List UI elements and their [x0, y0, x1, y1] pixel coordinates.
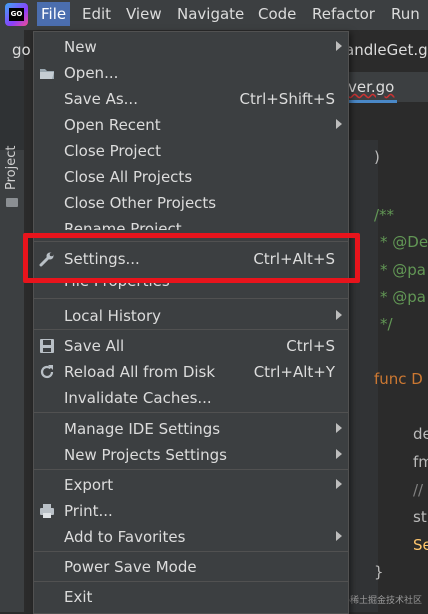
project-folder-icon — [6, 198, 18, 207]
submenu-arrow-icon — [336, 531, 342, 541]
menu-separator — [34, 412, 348, 413]
menu-item-print[interactable]: Print... — [34, 498, 348, 524]
menu-item-label: Close Other Projects — [64, 194, 217, 212]
code-line: ) — [374, 148, 380, 166]
logo-text: GO — [9, 8, 24, 21]
active-tab-indicator — [345, 100, 397, 103]
code-line: * @De — [380, 233, 428, 251]
menu-item-new[interactable]: New — [34, 34, 348, 60]
submenu-arrow-icon — [336, 479, 342, 489]
menu-item-label: Reload All from Disk — [64, 363, 216, 381]
code-line: fm — [413, 453, 428, 471]
menu-item-shortcut: Ctrl+S — [286, 337, 335, 355]
menu-item-export[interactable]: Export — [34, 472, 348, 498]
menu-separator — [34, 551, 348, 552]
code-line: st — [413, 508, 427, 526]
project-tool-tab[interactable]: Project — [0, 70, 24, 207]
folder-icon — [39, 65, 55, 81]
breadcrumb-file[interactable]: andleGet.go — [345, 41, 428, 59]
goland-logo-icon[interactable]: GO — [5, 3, 28, 26]
save-icon — [39, 338, 55, 354]
menu-item-shortcut: Ctrl+Alt+Y — [253, 363, 335, 381]
menu-item-save-all[interactable]: Save All Ctrl+S — [34, 333, 348, 359]
submenu-arrow-icon — [336, 449, 342, 459]
menu-item-close-all-projects[interactable]: Close All Projects — [34, 164, 348, 190]
project-title-fragment: go — [12, 41, 31, 59]
menu-item-label: Export — [64, 476, 114, 494]
menu-item-close-project[interactable]: Close Project — [34, 138, 348, 164]
code-line: * @pa — [380, 288, 426, 306]
menu-item-save-as[interactable]: Save As... Ctrl+Shift+S — [34, 86, 348, 112]
menu-item-label: New — [64, 38, 97, 56]
menu-item-rename-project[interactable]: Rename Project... — [34, 216, 348, 230]
menu-navigate[interactable]: Navigate — [177, 5, 244, 23]
menu-item-label: Open... — [64, 64, 119, 82]
code-line: */ — [380, 315, 393, 333]
code-line: /** — [374, 206, 395, 224]
menu-item-label: Rename Project... — [64, 220, 196, 230]
file-menu-dropdown: New Open... Save As... Ctrl+Shift+S Open… — [33, 31, 349, 614]
printer-icon — [39, 503, 55, 519]
menu-item-manage-ide-settings[interactable]: Manage IDE Settings — [34, 416, 348, 442]
code-line: Se — [413, 536, 428, 554]
menu-item-shortcut: Ctrl+Shift+S — [239, 90, 335, 108]
menu-separator — [34, 469, 348, 470]
menu-item-local-history[interactable]: Local History — [34, 303, 348, 329]
menu-item-label: Power Save Mode — [64, 558, 197, 576]
menu-item-new-projects-settings[interactable]: New Projects Settings — [34, 442, 348, 468]
menu-item-label: Close Project — [64, 142, 161, 160]
project-tab-label: Project — [4, 145, 19, 190]
editor-tab[interactable]: ver.go — [348, 78, 394, 96]
menu-code[interactable]: Code — [258, 5, 296, 23]
menu-separator — [34, 329, 348, 330]
code-line: * @pa — [380, 261, 426, 279]
code-line: de — [413, 425, 428, 443]
menu-item-add-to-favorites[interactable]: Add to Favorites — [34, 524, 348, 550]
menu-file[interactable]: File — [37, 2, 71, 26]
submenu-arrow-icon — [336, 119, 342, 129]
menu-item-label: Print... — [64, 502, 113, 520]
menu-item-label: Exit — [64, 588, 93, 606]
menu-item-exit[interactable]: Exit — [34, 584, 348, 610]
menu-separator — [34, 581, 348, 582]
menu-item-label: Close All Projects — [64, 168, 193, 186]
settings-highlight-box — [23, 233, 360, 283]
menu-separator — [34, 298, 348, 299]
menu-item-label: Add to Favorites — [64, 528, 186, 546]
menu-edit[interactable]: Edit — [82, 5, 111, 23]
menu-item-label: Manage IDE Settings — [64, 420, 221, 438]
watermark: @稀土掘金技术社区 — [340, 596, 422, 606]
code-line: func D — [374, 370, 423, 388]
menu-item-label: Invalidate Caches... — [64, 389, 212, 407]
menu-view[interactable]: View — [126, 5, 162, 23]
menu-item-reload-all[interactable]: Reload All from Disk Ctrl+Alt+Y — [34, 359, 348, 385]
menu-item-close-other-projects[interactable]: Close Other Projects — [34, 190, 348, 216]
menu-run[interactable]: Run — [391, 5, 420, 23]
code-line: // — [413, 481, 424, 499]
menu-item-label: Save All — [64, 337, 125, 355]
submenu-arrow-icon — [336, 41, 342, 51]
menu-item-open-recent[interactable]: Open Recent — [34, 112, 348, 138]
menu-item-label: New Projects Settings — [64, 446, 227, 464]
menu-refactor[interactable]: Refactor — [312, 5, 375, 23]
submenu-arrow-icon — [336, 423, 342, 433]
menu-item-invalidate-caches[interactable]: Invalidate Caches... — [34, 385, 348, 411]
reload-icon — [39, 364, 55, 380]
menu-item-label: Local History — [64, 307, 162, 325]
menubar: GO File Edit View Navigate Code Refactor… — [0, 0, 428, 30]
submenu-arrow-icon — [336, 310, 342, 320]
menu-item-label: Save As... — [64, 90, 138, 108]
menu-item-label: Open Recent — [64, 116, 161, 134]
menu-item-power-save-mode[interactable]: Power Save Mode — [34, 554, 348, 580]
code-line: } — [374, 563, 384, 581]
menu-item-open[interactable]: Open... — [34, 60, 348, 86]
